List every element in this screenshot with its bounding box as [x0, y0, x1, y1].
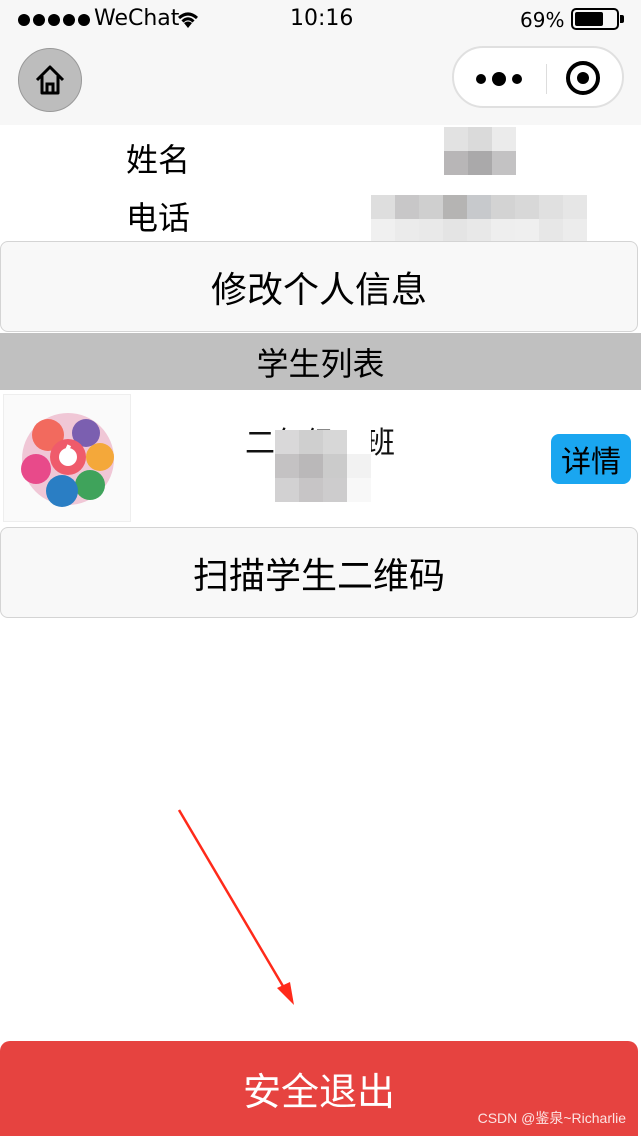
logout-label: 安全退出 [242, 1070, 395, 1114]
annotation-arrow [177, 809, 294, 1005]
logout-button[interactable]: 安全退出 CSDN @鉴泉~Richarlie [0, 1041, 638, 1136]
csdn-watermark: CSDN @鉴泉~Richarlie [477, 1110, 626, 1126]
